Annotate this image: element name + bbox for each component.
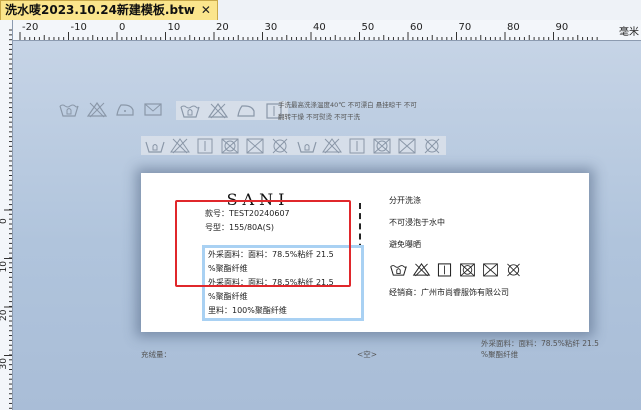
ghost-care-text-1: 手洗最高洗涤温度40℃ 不可漂白 悬挂晾干 不可 xyxy=(278,101,417,109)
ruler-unit-label: 毫米 xyxy=(619,23,639,38)
ruler-tick-label: 30 xyxy=(265,22,278,33)
ruler-tick-label: 20 xyxy=(0,309,9,321)
handwash-icon xyxy=(144,137,166,154)
vertical-ruler[interactable]: 0 10 20 30 xyxy=(0,20,13,410)
no-tumble-dry-icon xyxy=(244,137,266,154)
ruler-tick-label: 60 xyxy=(410,22,423,33)
hang-dry-icon xyxy=(194,137,216,154)
no-tumble-dry-icon xyxy=(396,137,418,154)
ruler-tick-label: -10 xyxy=(71,22,87,33)
ghost-care-symbols-row-1 xyxy=(58,101,164,118)
ruler-tick-label: -20 xyxy=(22,22,38,33)
horizontal-ruler[interactable]: -20 -10 0 10 20 30 40 50 60 70 80 90 毫米 xyxy=(12,20,641,41)
no-dryclean-icon xyxy=(421,137,443,154)
handwash-icon xyxy=(296,137,318,154)
care-text-1[interactable]: 分开洗涤 xyxy=(389,195,421,206)
no-iron-icon xyxy=(114,101,136,118)
no-tumble-dry-icon xyxy=(219,137,241,154)
ruler-tick-label: 50 xyxy=(362,22,375,33)
fabric-line-5: 里料：100%聚酯纤维 xyxy=(208,306,287,315)
ruler-tick-label: 10 xyxy=(168,22,181,33)
ghost-care-symbols-row-2b xyxy=(293,136,446,155)
horizontal-ruler-scale: -20 -10 0 10 20 30 40 50 60 70 80 90 xyxy=(19,22,598,40)
ghost-fabric-line-1[interactable]: 外采面料：面料：78.5%粘纤 21.5 xyxy=(481,339,599,348)
document-tab[interactable]: 洗水唛2023.10.24新建模板.btw ✕ xyxy=(0,0,218,20)
no-bleach-icon xyxy=(321,137,343,154)
no-dryclean-icon xyxy=(269,137,291,154)
no-bleach-icon xyxy=(412,261,431,278)
no-tumble-dry-icon xyxy=(458,261,477,278)
ghost-fabric-line-2[interactable]: %聚酯纤维 xyxy=(481,350,518,359)
ruler-tick-label: 0 xyxy=(0,218,9,224)
ruler-tick-label: 20 xyxy=(216,22,229,33)
no-iron-icon xyxy=(235,102,257,119)
handwash-icon xyxy=(179,102,201,119)
ghost-care-symbols-row-2a xyxy=(141,136,294,155)
close-tab-icon[interactable]: ✕ xyxy=(201,1,211,20)
ghost-care-text-2: 翻转干燥 不可熨烫 不可干洗 xyxy=(278,113,361,121)
ruler-tick-label: 80 xyxy=(507,22,520,33)
fabric-line-4: %聚酯纤维 xyxy=(208,292,248,301)
ghost-care-symbols-row-1b xyxy=(176,101,288,120)
document-tab-bar: 洗水唛2023.10.24新建模板.btw ✕ xyxy=(0,0,641,21)
filling-amount-label[interactable]: 充绒量： xyxy=(141,350,171,359)
care-text-3[interactable]: 避免曝晒 xyxy=(389,239,421,250)
highlight-frame xyxy=(175,200,351,287)
no-bleach-icon xyxy=(86,101,108,118)
ruler-tick-label: 10 xyxy=(0,261,9,273)
no-bleach-icon xyxy=(207,102,229,119)
no-tumble-dry-icon xyxy=(371,137,393,154)
empty-placeholder[interactable]: <空> xyxy=(357,350,377,359)
no-dryclean-icon xyxy=(504,261,523,278)
hang-dry-icon xyxy=(435,261,454,278)
ruler-tick-label: 70 xyxy=(459,22,472,33)
ruler-tick-label: 90 xyxy=(556,22,569,33)
envelope-icon xyxy=(142,101,164,118)
ruler-tick-label: 0 xyxy=(119,22,125,33)
distributor-text[interactable]: 经销商：广州市尚睿服饰有限公司 xyxy=(389,287,509,298)
no-tumble-dry-icon xyxy=(481,261,500,278)
document-tab-title[interactable]: 洗水唛2023.10.24新建模板.btw xyxy=(5,1,195,20)
ruler-tick-label: 40 xyxy=(313,22,326,33)
care-text-2[interactable]: 不可浸泡于水中 xyxy=(389,217,445,228)
ruler-tick-label: 30 xyxy=(0,358,9,370)
label-care-symbols[interactable] xyxy=(389,261,523,278)
handwash-icon xyxy=(58,101,80,118)
vertical-ruler-scale: 0 10 20 30 xyxy=(0,29,12,409)
handwash-icon xyxy=(389,261,408,278)
hang-dry-icon xyxy=(346,137,368,154)
no-bleach-icon xyxy=(169,137,191,154)
